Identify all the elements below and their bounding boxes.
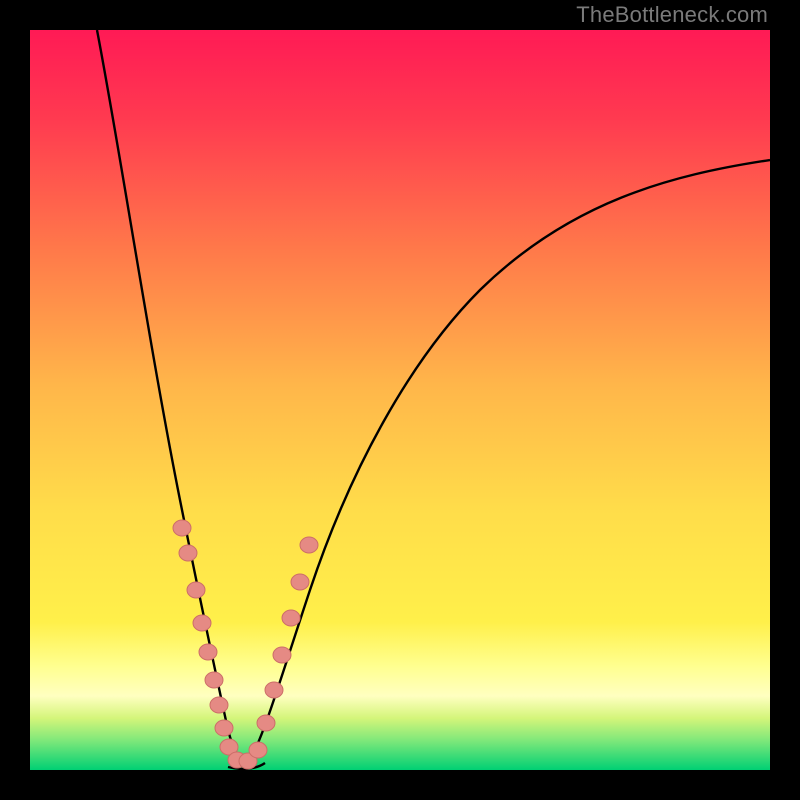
marker-dot: [265, 682, 283, 698]
marker-dot: [300, 537, 318, 553]
chart-frame: TheBottleneck.com: [0, 0, 800, 800]
curve-left-branch: [97, 30, 245, 767]
marker-dot: [179, 545, 197, 561]
marker-dot: [273, 647, 291, 663]
marker-dot: [215, 720, 233, 736]
watermark-text: TheBottleneck.com: [576, 2, 768, 28]
marker-dot: [249, 742, 267, 758]
markers-group: [173, 520, 318, 769]
marker-dot: [291, 574, 309, 590]
marker-dot: [282, 610, 300, 626]
marker-dot: [210, 697, 228, 713]
curve-right-branch: [245, 160, 770, 767]
marker-dot: [257, 715, 275, 731]
marker-dot: [173, 520, 191, 536]
marker-dot: [205, 672, 223, 688]
marker-dot: [187, 582, 205, 598]
plot-area: [30, 30, 770, 770]
marker-dot: [199, 644, 217, 660]
bottleneck-curve: [30, 30, 770, 770]
marker-dot: [193, 615, 211, 631]
